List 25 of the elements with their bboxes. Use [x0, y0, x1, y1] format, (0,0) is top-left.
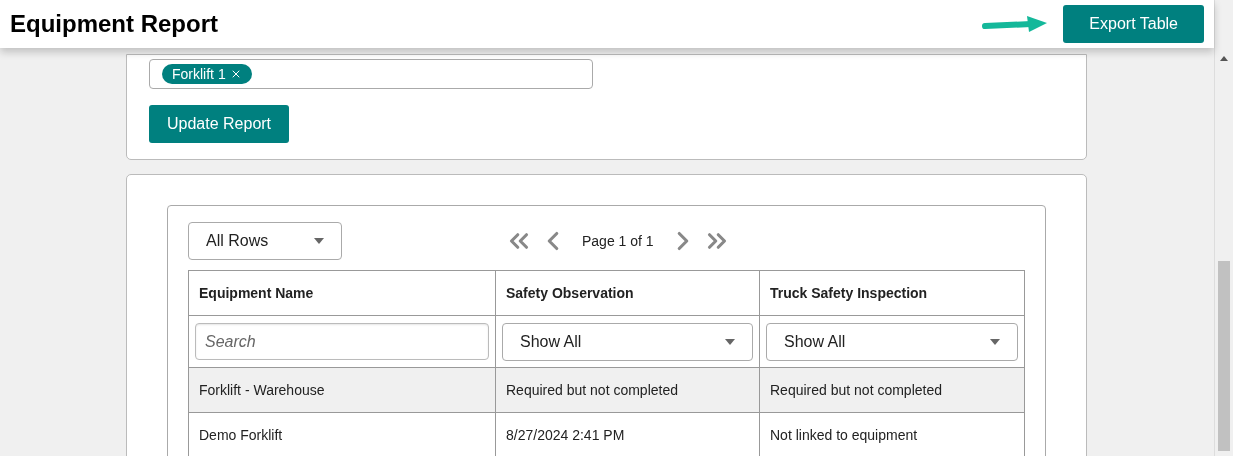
filter-select[interactable]: Show All	[766, 322, 1018, 361]
search-field[interactable]: Search	[195, 323, 489, 360]
column-header: Truck Safety Inspection	[759, 270, 1025, 316]
filter-select[interactable]: Show All	[502, 322, 753, 361]
page-indicator: Page 1 of 1	[582, 231, 654, 251]
scrollbar-thumb[interactable]	[1218, 261, 1230, 451]
export-button[interactable]: Export Table	[1063, 5, 1204, 43]
table-cell: Forklift - Warehouse	[188, 367, 496, 413]
table-row[interactable]: Demo Forklift 8/27/2024 2:41 PM Not linked to equipment	[188, 412, 1025, 456]
rows-select[interactable]: All Rows	[188, 222, 342, 260]
update-report-button[interactable]: Update Report	[149, 105, 290, 143]
scroll-up-icon[interactable]	[1220, 56, 1228, 61]
column-header: Safety Observation	[495, 270, 760, 316]
table-cell: Required but not completed	[495, 367, 760, 413]
table-cell: Demo Forklift	[188, 412, 496, 456]
scrollbar[interactable]	[1214, 0, 1233, 456]
equipment-chip[interactable]: Forklift 1	[162, 64, 252, 84]
caret-icon	[990, 338, 1000, 345]
caret-icon	[725, 338, 735, 345]
column-header: Equipment Name	[188, 270, 496, 316]
page-title: Equipment Report	[10, 9, 218, 39]
equipment-select-field[interactable]: Forklift 1	[149, 59, 593, 89]
table-row[interactable]: Forklift - Warehouse Required but not completed Required but not completed	[188, 367, 1025, 413]
table-cell: Required but not completed	[759, 367, 1025, 413]
caret-icon	[314, 238, 324, 244]
